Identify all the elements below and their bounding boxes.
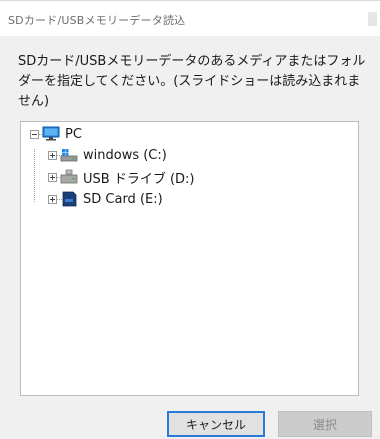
expand-toggle[interactable] (48, 172, 57, 182)
tree-node-drive-c[interactable]: windows (C:) (48, 146, 167, 164)
close-icon (367, 12, 377, 26)
close-button[interactable] (364, 1, 380, 37)
tree-connector (34, 149, 35, 202)
dialog-window: SDカード/USBメモリーデータ読込 SDカード/USBメモリーデータのあるメデ… (0, 0, 380, 439)
tree-node-pc[interactable]: PC (30, 125, 82, 143)
usb-drive-icon (60, 169, 78, 185)
select-button[interactable]: 選択 (278, 411, 372, 437)
pc-monitor-icon (42, 126, 60, 142)
tree-node-drive-e[interactable]: SD Card (E:) (48, 190, 163, 208)
collapse-toggle[interactable] (30, 129, 39, 139)
instruction-text: SDカード/USBメモリーデータのあるメディアまたはフォルダーを指定してください… (18, 54, 366, 109)
window-title: SDカード/USBメモリーデータ読込 (8, 14, 186, 27)
windows-drive-icon (60, 147, 78, 163)
expand-toggle[interactable] (48, 150, 57, 160)
tree-node-label: PC (65, 126, 82, 142)
folder-tree[interactable]: PC windows (C:) USB ドライブ (D:) SD Card (E… (20, 121, 359, 396)
title-bar[interactable]: SDカード/USBメモリーデータ読込 (0, 0, 380, 36)
sd-card-icon (60, 191, 78, 207)
cancel-button[interactable]: キャンセル (167, 411, 265, 437)
expand-toggle[interactable] (48, 194, 57, 204)
tree-node-drive-d[interactable]: USB ドライブ (D:) (48, 168, 195, 187)
tree-node-label: SD Card (E:) (83, 191, 163, 207)
tree-node-label: windows (C:) (83, 147, 167, 163)
tree-node-label: USB ドライブ (D:) (83, 171, 195, 187)
